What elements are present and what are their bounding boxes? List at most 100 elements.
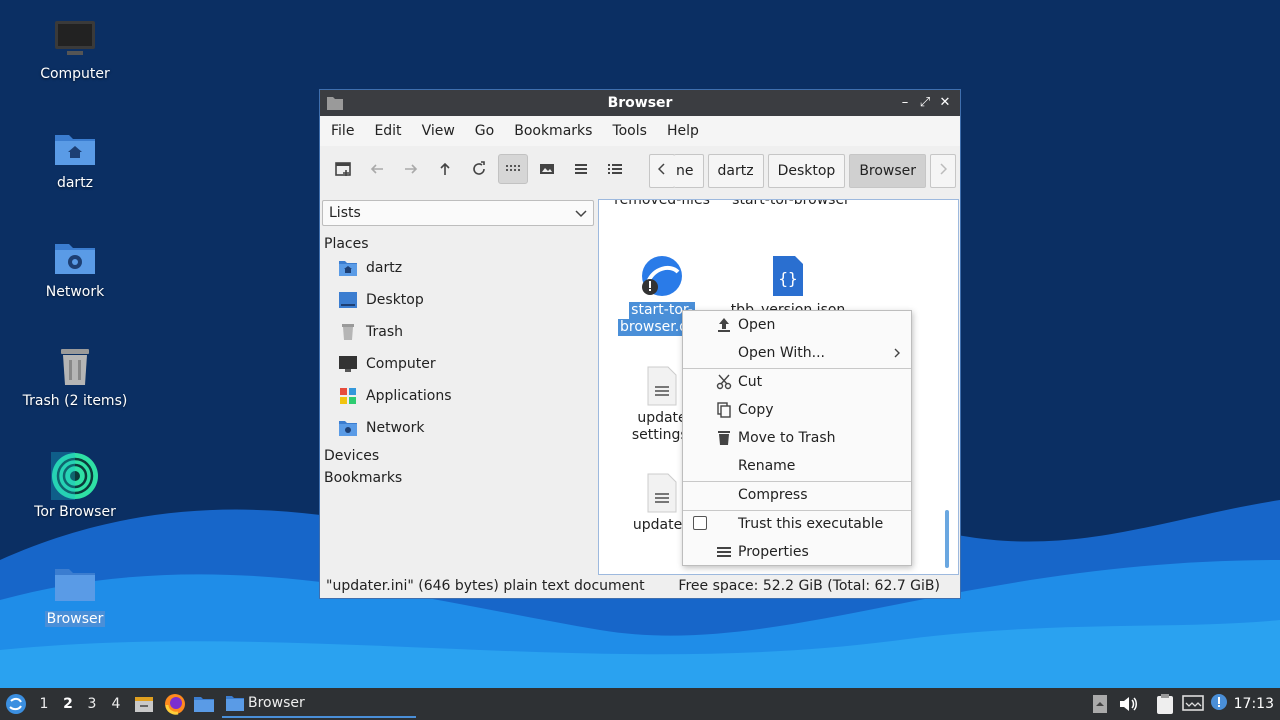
trust-checkbox[interactable] <box>693 516 707 530</box>
minimize-button[interactable]: – <box>896 94 914 112</box>
taskbar: 1 2 3 4 Browser 17:13 <box>0 688 1280 720</box>
menu-bookmarks[interactable]: Bookmarks <box>507 123 599 139</box>
menu-file[interactable]: File <box>324 123 361 139</box>
breadcrumb-scroll-left[interactable] <box>649 154 675 188</box>
desktop-icon-browser-folder[interactable]: Browser <box>20 563 130 627</box>
arrow-right-icon <box>405 164 418 174</box>
scrollbar-thumb[interactable] <box>945 510 949 568</box>
places-header[interactable]: Places <box>322 236 594 252</box>
file-item[interactable]: removed-files <box>603 199 721 209</box>
network-tray-icon[interactable] <box>1182 694 1204 714</box>
desktop-icon-network[interactable]: Network <box>20 236 130 300</box>
sidebar: Lists Places dartz Desktop Trash Compute… <box>322 200 594 574</box>
forward-button[interactable] <box>396 154 426 184</box>
breadcrumb-browser[interactable]: Browser <box>849 154 927 188</box>
chevron-left-icon <box>657 163 665 175</box>
workspace-1[interactable]: 1 <box>36 696 52 712</box>
workspace-3[interactable]: 3 <box>84 696 100 712</box>
menu-item-compress[interactable]: Compress <box>683 482 911 508</box>
menu-item-move-to-trash[interactable]: Move to Trash <box>683 425 911 451</box>
trash-icon <box>342 324 354 340</box>
reload-button[interactable] <box>464 154 494 184</box>
menu-item-open-with[interactable]: Open With... <box>683 340 911 366</box>
tor-browser-icon <box>51 452 98 500</box>
menu-tools[interactable]: Tools <box>605 123 654 139</box>
tray-expand-icon[interactable] <box>1092 694 1108 714</box>
chevron-right-icon <box>894 348 900 358</box>
json-file-icon: {} <box>773 256 803 296</box>
menu-edit[interactable]: Edit <box>367 123 408 139</box>
maximize-button[interactable]: ⤢ <box>916 94 934 112</box>
sidebar-item-home[interactable]: dartz <box>322 252 594 284</box>
devices-header[interactable]: Devices <box>322 448 594 464</box>
image-icon <box>540 164 554 174</box>
arrow-left-icon <box>370 164 383 174</box>
menu-item-rename[interactable]: Rename <box>683 453 911 479</box>
desktop-icon-label: Trash (2 items) <box>22 393 128 409</box>
close-button[interactable]: ✕ <box>936 94 954 112</box>
detailed-list-icon <box>608 164 622 174</box>
sidebar-item-computer[interactable]: Computer <box>322 348 594 380</box>
desktop-icon-label: Tor Browser <box>34 504 116 520</box>
menu-view[interactable]: View <box>415 123 462 139</box>
up-button[interactable] <box>430 154 460 184</box>
workspace-4[interactable]: 4 <box>108 696 124 712</box>
menu-go[interactable]: Go <box>468 123 501 139</box>
network-folder-icon <box>55 244 95 274</box>
menu-item-open[interactable]: Open <box>683 312 911 338</box>
applications-icon <box>340 388 356 404</box>
file-name: removed-files <box>614 199 710 208</box>
menu-item-label: Trust this executable <box>738 516 884 532</box>
desktop-icon-home[interactable]: dartz <box>20 127 130 191</box>
copy-icon <box>717 402 731 418</box>
trash-icon <box>61 349 89 385</box>
workspace-2[interactable]: 2 <box>60 696 76 712</box>
desktop-icon-tor-browser[interactable]: Tor Browser <box>20 452 130 520</box>
bookmarks-header[interactable]: Bookmarks <box>322 470 594 486</box>
breadcrumb-scroll-right[interactable] <box>930 154 957 188</box>
sidebar-item-label: dartz <box>366 260 403 276</box>
new-tab-button[interactable] <box>328 154 358 184</box>
desktop-icon-computer[interactable]: Computer <box>20 18 130 82</box>
detailed-view-button[interactable] <box>600 154 630 184</box>
sidebar-mode-select[interactable]: Lists <box>322 200 594 226</box>
file-item[interactable]: start-tor-browser <box>731 200 851 209</box>
icon-view-button[interactable] <box>498 154 528 184</box>
clock[interactable]: 17:13 <box>1234 696 1274 712</box>
desktop-icon <box>339 292 357 308</box>
back-button[interactable] <box>362 154 392 184</box>
start-menu-icon[interactable] <box>5 693 27 715</box>
open-icon <box>718 318 730 332</box>
menu-item-properties[interactable]: Properties <box>683 539 911 565</box>
sidebar-item-trash[interactable]: Trash <box>322 316 594 348</box>
menu-item-copy[interactable]: Copy <box>683 397 911 423</box>
volume-icon[interactable] <box>1118 694 1138 714</box>
file-manager-launcher-icon[interactable] <box>134 694 154 714</box>
firefox-icon[interactable] <box>164 693 186 715</box>
window-titlebar[interactable]: Browser – ⤢ ✕ <box>320 90 960 116</box>
menu-help[interactable]: Help <box>660 123 706 139</box>
desktop-icon-label: Computer <box>40 66 110 82</box>
folder-icon <box>226 696 244 711</box>
breadcrumb-home[interactable]: ne <box>674 154 704 188</box>
network-folder-icon <box>339 421 357 436</box>
breadcrumb-desktop[interactable]: Desktop <box>767 154 846 188</box>
update-notifier-icon[interactable] <box>1210 693 1228 711</box>
menu-item-cut[interactable]: Cut <box>683 369 911 395</box>
menu-item-trust-executable[interactable]: Trust this executable <box>683 511 911 537</box>
folder-launcher-icon[interactable] <box>194 694 214 714</box>
thumbnail-view-button[interactable] <box>532 154 562 184</box>
sidebar-item-applications[interactable]: Applications <box>322 380 594 412</box>
breadcrumb-dartz[interactable]: dartz <box>707 154 764 188</box>
status-bar: "updater.ini" (646 bytes) plain text doc… <box>326 576 940 596</box>
sidebar-item-desktop[interactable]: Desktop <box>322 284 594 316</box>
desktop-icon-label: dartz <box>56 175 94 191</box>
desktop-icon-trash[interactable]: Trash (2 items) <box>20 345 130 409</box>
compact-view-button[interactable] <box>566 154 596 184</box>
taskbar-window-browser[interactable]: Browser <box>222 690 416 718</box>
sidebar-item-network[interactable]: Network <box>322 412 594 444</box>
chevron-down-icon <box>575 210 587 218</box>
status-selection: "updater.ini" (646 bytes) plain text doc… <box>326 578 645 594</box>
clipboard-icon[interactable] <box>1156 693 1174 715</box>
reload-icon <box>473 161 485 175</box>
